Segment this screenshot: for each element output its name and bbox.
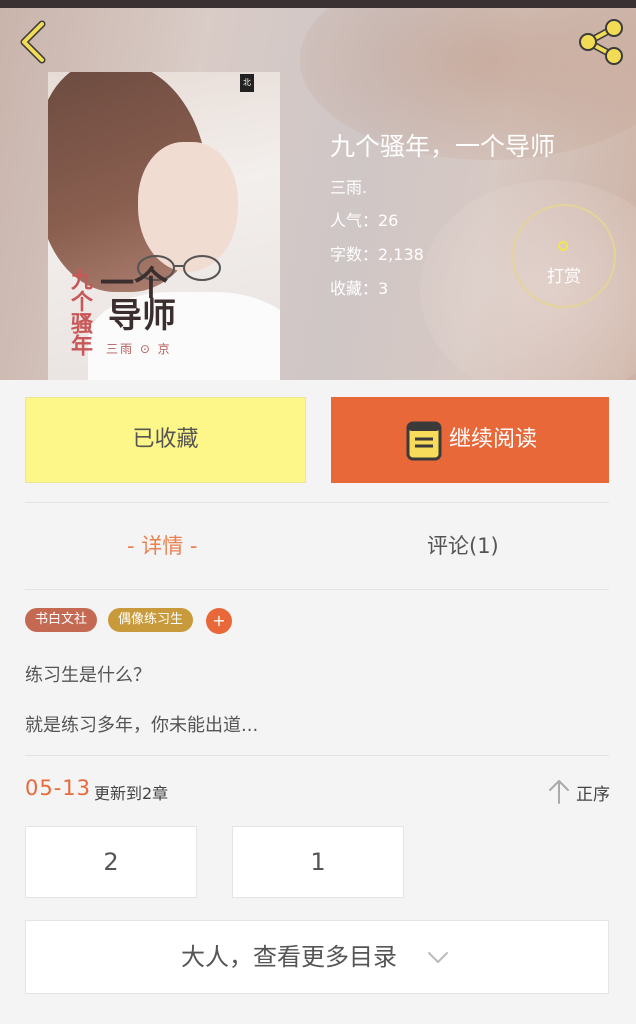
coin-icon — [558, 241, 568, 251]
word-count-stat: 字数：2,138 — [330, 245, 424, 264]
tab-detail[interactable]: - 详情 - — [127, 530, 198, 560]
chevron-down-icon — [428, 952, 448, 963]
more-catalog-button[interactable]: 大人，查看更多目录 — [25, 920, 609, 994]
description-line: 练习生是什么？ — [25, 665, 151, 686]
chapter-item[interactable]: 2 — [25, 826, 197, 898]
add-tag-button[interactable]: + — [206, 608, 232, 634]
cover-title-side: 九个骚年 — [67, 268, 93, 356]
sort-order-button[interactable]: 正序 — [548, 776, 612, 806]
publisher-logo: 北 — [240, 74, 254, 92]
share-button[interactable] — [574, 16, 628, 68]
tab-comments[interactable]: 评论(1) — [427, 530, 499, 560]
tag-item[interactable]: 书白文社 — [25, 608, 98, 632]
cover-author: 三雨 ⊙ 京 — [106, 342, 172, 356]
collected-button[interactable]: 已收藏 — [25, 397, 306, 483]
book-icon — [406, 421, 442, 461]
more-catalog-label: 大人，查看更多目录 — [181, 943, 397, 971]
popularity-stat: 人气：26 — [330, 211, 399, 230]
description-line[interactable]: 就是练习多年，你未能出道... — [25, 711, 258, 737]
chapter-item[interactable]: 1 — [232, 826, 404, 898]
tag-item[interactable]: 偶像练习生 — [108, 608, 194, 632]
book-title: 九个骚年，一个导师 — [330, 132, 556, 161]
reward-label: 打赏 — [547, 267, 581, 287]
chevron-left-icon — [20, 20, 46, 64]
status-bar — [0, 0, 636, 8]
book-author[interactable]: 三雨. — [330, 174, 367, 198]
update-status: 更新到2章 — [94, 784, 169, 803]
divider — [25, 502, 609, 503]
favorites-stat: 收藏：3 — [330, 279, 389, 298]
divider — [25, 589, 609, 590]
cover-title-line2: 导师 — [108, 296, 176, 336]
reward-button[interactable]: 打赏 — [512, 204, 616, 308]
arrow-up-icon — [549, 780, 569, 804]
continue-reading-button[interactable]: 继续阅读 — [331, 397, 609, 483]
share-icon — [579, 19, 623, 65]
back-button[interactable] — [14, 18, 54, 66]
sort-order-label: 正序 — [576, 785, 610, 805]
update-date: 05-13 — [25, 776, 92, 800]
continue-reading-label: 继续阅读 — [449, 427, 538, 452]
book-cover[interactable]: 北 九个骚年 一个 导师 三雨 ⊙ 京 — [48, 72, 280, 380]
divider — [25, 755, 609, 756]
